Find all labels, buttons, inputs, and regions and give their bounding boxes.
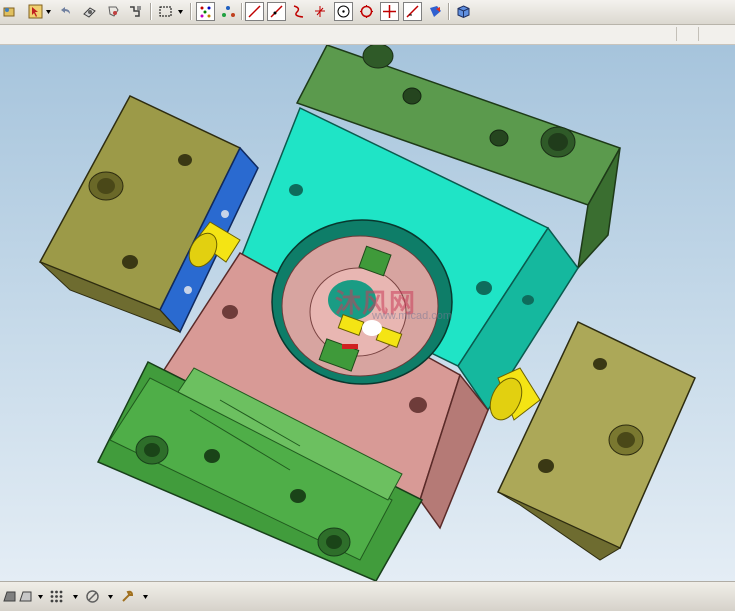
drag-icon[interactable] [126,2,145,21]
right-slider [496,320,696,561]
circle-center-icon[interactable] [334,2,353,21]
node-select-icon[interactable] [219,2,238,21]
toolbar-separator [448,3,450,20]
3d-cube-icon[interactable] [454,2,473,21]
strip-divider [676,27,677,41]
command-strip [0,25,735,45]
points-icon[interactable] [47,587,66,606]
chevron-down-icon[interactable] [37,587,44,606]
chevron-down-icon[interactable] [142,587,149,606]
assembly-icon[interactable] [0,2,19,21]
chevron-down-icon[interactable] [72,587,79,606]
main-toolbar [0,0,735,25]
crosshair-icon[interactable] [380,2,399,21]
toolbar-separator [190,3,192,20]
curve-icon[interactable] [289,2,308,21]
toolbar-separator [241,3,243,20]
rotate-part-icon[interactable] [80,2,99,21]
wireframe-view-icon[interactable] [16,587,35,606]
snap-icon[interactable] [104,2,123,21]
chevron-down-icon[interactable] [107,587,114,606]
cursor-select-icon[interactable] [26,2,45,21]
strip-divider [698,27,699,41]
chevron-down-icon[interactable] [177,2,184,21]
diagonal-line-icon[interactable] [403,2,422,21]
3d-viewport[interactable]: 沐风网 www.mfcad.com [0,45,735,581]
undo-arrow-icon[interactable] [56,2,75,21]
no-entry-icon[interactable] [83,587,102,606]
point-select-icon[interactable] [196,2,215,21]
view-toolbar [0,581,735,611]
axis-icon[interactable] [311,2,330,21]
box-select-icon[interactable] [156,2,175,21]
circle-quadrant-icon[interactable] [357,2,376,21]
tangent-line-icon[interactable] [267,2,286,21]
view-icon[interactable] [426,2,445,21]
line-icon[interactable] [245,2,264,21]
chevron-down-icon[interactable] [45,2,52,21]
tools-icon[interactable] [118,587,137,606]
toolbar-separator [150,3,152,20]
watermark-url: www.mfcad.com [372,310,453,322]
